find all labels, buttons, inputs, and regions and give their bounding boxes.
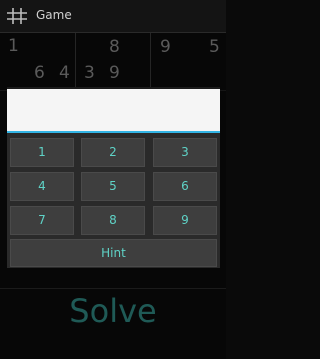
key-9[interactable]: 9	[153, 206, 217, 235]
key-4[interactable]: 4	[10, 172, 74, 201]
key-6[interactable]: 6	[153, 172, 217, 201]
key-8[interactable]: 8	[81, 206, 145, 235]
number-entry-dialog: 1 2 3 4 5 6 7 8 9 Hint	[7, 87, 220, 268]
key-7[interactable]: 7	[10, 206, 74, 235]
grid-icon[interactable]	[6, 7, 28, 25]
hint-button[interactable]: Hint	[10, 239, 217, 267]
solve-button[interactable]: Solve	[0, 292, 226, 330]
key-2[interactable]: 2	[81, 138, 145, 167]
number-input[interactable]	[7, 89, 220, 133]
key-3[interactable]: 3	[153, 138, 217, 167]
key-5[interactable]: 5	[81, 172, 145, 201]
app-title: Game	[36, 8, 72, 22]
action-bar: Game	[0, 0, 226, 33]
key-1[interactable]: 1	[10, 138, 74, 167]
